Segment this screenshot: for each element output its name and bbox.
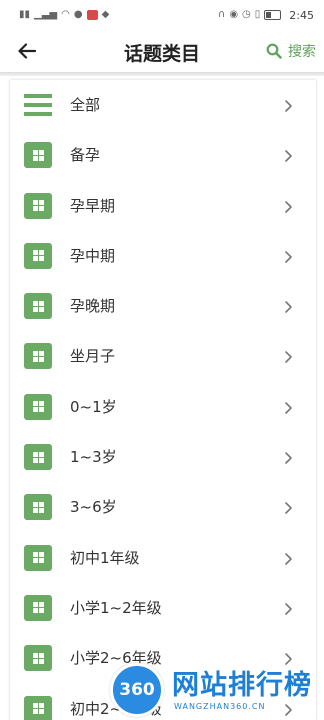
grid-icon <box>24 544 52 571</box>
category-item-preparation[interactable]: 备孕 <box>10 130 316 180</box>
category-item-confinement[interactable]: 坐月子 <box>10 331 316 381</box>
grid-icon <box>24 645 52 672</box>
category-item-mid-pregnancy[interactable]: 孕中期 <box>10 231 316 281</box>
category-label: 小学1~2年级 <box>70 598 162 617</box>
app-bar: 话题类目 搜索 <box>0 30 324 72</box>
category-label: 0~1岁 <box>70 397 117 416</box>
category-item-late-pregnancy[interactable]: 孕晚期 <box>10 281 316 331</box>
chevron-right-icon <box>285 200 292 213</box>
eye-icon: ◉ <box>229 9 239 20</box>
category-item-junior-1[interactable]: 初中1年级 <box>10 533 316 583</box>
category-label: 孕晚期 <box>70 297 116 316</box>
chevron-right-icon <box>285 150 292 163</box>
category-item-primary-1-2[interactable]: 小学1~2年级 <box>10 583 316 633</box>
grid-icon <box>24 142 52 169</box>
category-label: 全部 <box>70 96 101 114</box>
grid-icon <box>24 494 52 521</box>
back-button[interactable] <box>14 38 40 64</box>
category-item-early-pregnancy[interactable]: 孕早期 <box>10 181 316 231</box>
category-item-junior-2-3[interactable]: 初中2~3年级 <box>10 684 316 720</box>
grid-icon <box>24 192 52 219</box>
chevron-right-icon <box>285 603 292 615</box>
arrow-left-icon <box>18 43 36 59</box>
status-left-icons: ▮▮ ▁▃▅ ◠ ● ◆ <box>19 10 109 20</box>
chevron-right-icon <box>285 301 292 313</box>
chevron-right-icon <box>285 502 292 515</box>
category-label: 孕中期 <box>70 246 116 265</box>
category-label: 初中2~3年级 <box>70 699 162 718</box>
chevron-right-icon <box>285 100 292 112</box>
category-label: 1~3岁 <box>70 448 117 467</box>
category-label: 孕早期 <box>70 196 116 215</box>
grid-icon <box>24 594 52 621</box>
grid-icon <box>24 343 52 370</box>
search-label: 搜索 <box>288 44 316 60</box>
chevron-right-icon <box>285 703 292 716</box>
chevron-right-icon <box>285 552 292 565</box>
category-label: 备孕 <box>70 146 101 165</box>
chevron-right-icon <box>285 351 292 364</box>
category-label: 小学2~6年级 <box>70 649 162 668</box>
category-item-1-3[interactable]: 1~3岁 <box>10 432 316 482</box>
search-icon <box>266 43 282 59</box>
qq-icon: ◆ <box>101 9 110 20</box>
app-icon <box>86 10 98 20</box>
list-icon <box>24 92 52 118</box>
alarm-icon: ◷ <box>242 9 251 20</box>
headset-icon: ∩ <box>217 9 226 20</box>
status-right-icons: ∩ ◉ ◷ ▯ 2:45 <box>218 9 314 22</box>
signal-icon: ▁▃▅ <box>34 9 58 20</box>
vibrate-icon: ▯ <box>254 9 261 20</box>
status-bar: ▮▮ ▁▃▅ ◠ ● ◆ ∩ ◉ ◷ ▯ 2:45 <box>0 0 324 30</box>
category-item-primary-2-6[interactable]: 小学2~6年级 <box>10 633 316 683</box>
grid-icon <box>24 695 52 720</box>
chevron-right-icon <box>285 653 292 666</box>
category-label: 坐月子 <box>70 347 116 366</box>
chevron-right-icon <box>285 251 292 263</box>
chevron-right-icon <box>285 401 292 414</box>
grid-icon <box>24 393 52 420</box>
status-time: 2:45 <box>289 8 314 22</box>
category-label: 3~6岁 <box>70 498 117 517</box>
chevron-right-icon <box>285 452 292 464</box>
header-divider <box>0 72 324 76</box>
signal-icon: ▮▮ <box>19 9 31 20</box>
search-button[interactable]: 搜索 <box>266 40 316 62</box>
notification-icon: ● <box>73 9 83 20</box>
wifi-icon: ◠ <box>61 9 70 20</box>
category-item-all[interactable]: 全部 <box>10 80 316 130</box>
category-label: 初中1年级 <box>70 548 140 567</box>
grid-icon <box>24 242 52 269</box>
grid-icon <box>24 444 52 471</box>
battery-icon <box>264 10 282 20</box>
grid-icon <box>24 293 52 320</box>
category-list: 全部 备孕 孕早期 孕中期 孕晚期 坐月子 0~1岁 1~3岁 3~6岁 初中1… <box>10 80 316 720</box>
category-item-3-6[interactable]: 3~6岁 <box>10 482 316 532</box>
category-item-0-1[interactable]: 0~1岁 <box>10 382 316 432</box>
